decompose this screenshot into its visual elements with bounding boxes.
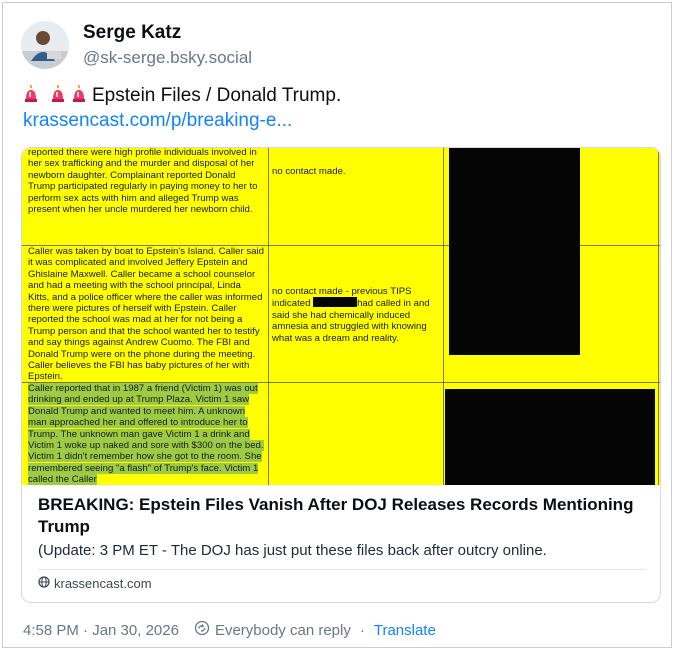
translate-link[interactable]: Translate <box>374 622 436 639</box>
document-cell-row2-col1: Caller was taken by boat to Epstein's Is… <box>28 246 264 383</box>
card-title: BREAKING: Epstein Files Vanish After DOJ… <box>38 495 634 536</box>
avatar[interactable] <box>21 21 69 69</box>
globe-icon <box>38 576 54 591</box>
author-handle[interactable]: @sk-serge.bsky.social <box>83 47 252 69</box>
redaction-block <box>449 148 580 355</box>
document-cell-row1-col2: no contact made. <box>272 166 346 177</box>
document-cell-row1-col1: reported there were high profile individ… <box>28 148 258 216</box>
author-display-name[interactable]: Serge Katz <box>83 21 252 45</box>
siren-icon <box>23 85 39 103</box>
post-container: Serge Katz @sk-serge.bsky.social Epstein… <box>2 2 672 648</box>
post-timestamp[interactable]: 4:58 PM · Jan 30, 2026 <box>23 622 179 639</box>
reply-setting[interactable]: Everybody can reply <box>215 622 351 639</box>
siren-icon <box>50 85 66 103</box>
card-description: (Update: 3 PM ET - The DOJ has just put … <box>38 542 547 559</box>
link-preview-card[interactable]: reported there were high profile individ… <box>21 147 661 603</box>
card-domain: krassencast.com <box>38 576 152 591</box>
reply-settings-icon <box>194 620 210 640</box>
post-header: Serge Katz @sk-serge.bsky.social <box>21 21 252 69</box>
siren-icon <box>71 85 87 103</box>
redaction-block <box>445 389 655 485</box>
card-divider <box>38 569 646 570</box>
post-text: Epstein Files / Donald Trump. <box>23 83 341 109</box>
document-image: reported there were high profile individ… <box>22 148 660 485</box>
post-text-body: Epstein Files / Donald Trump. <box>92 85 342 106</box>
post-link[interactable]: krassencast.com/p/breaking-e... <box>23 109 292 133</box>
document-cell-row3-col1: Caller reported that in 1987 a friend (V… <box>28 383 264 485</box>
document-cell-row2-col2: no contact made - previous TIPS indicate… <box>272 286 430 344</box>
footer-separator: · <box>359 621 365 639</box>
post-footer: 4:58 PM · Jan 30, 2026 Everybody can rep… <box>23 620 436 640</box>
